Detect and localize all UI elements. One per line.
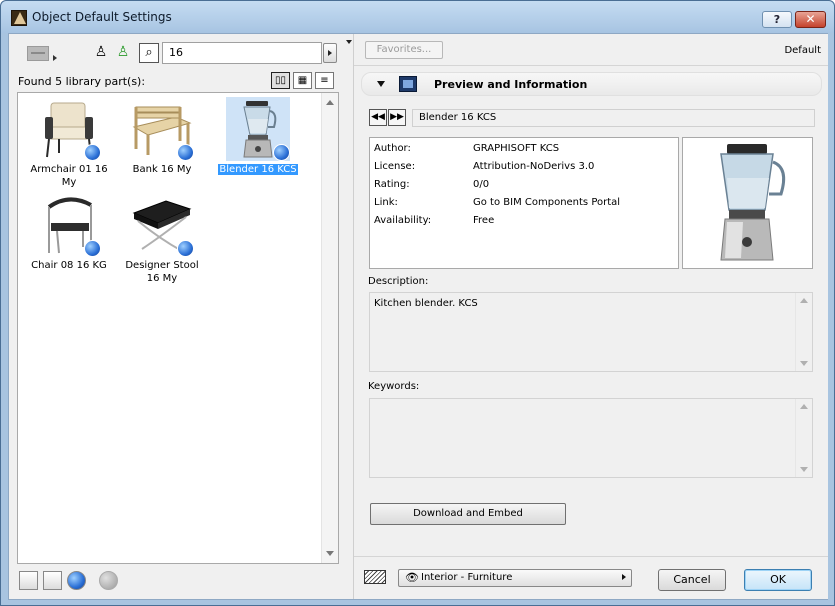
info-table: Author: GRAPHISOFT KCS License: Attribut… [369, 137, 679, 269]
footer-separator [354, 556, 828, 557]
list-view-button[interactable]: ≡ [315, 72, 334, 89]
dialog-body: ♙ ♙ ⌕ 16 Found 5 library part(s): ▯▯ ▦ ≡ [8, 33, 828, 600]
favorites-button[interactable]: Favorites... [365, 41, 443, 59]
list-item-caption: Designer Stool 16 My [125, 260, 199, 284]
layer-icon [364, 570, 386, 584]
library-manager-icon[interactable] [19, 571, 38, 590]
list-item[interactable]: Bank 16 My [116, 97, 208, 176]
title-bar[interactable]: Object Default Settings ? ✕ [1, 1, 834, 33]
library-browser-panel: ♙ ♙ ⌕ 16 Found 5 library part(s): ▯▯ ▦ ≡ [9, 34, 353, 599]
list-item-caption: Bank 16 My [132, 164, 192, 175]
default-label: Default [784, 45, 821, 56]
list-item[interactable]: Armchair 01 16 My [23, 97, 115, 189]
dialog-window: Object Default Settings ? ✕ ♙ ♙ ⌕ 16 Fou… [0, 0, 835, 606]
download-and-embed-button[interactable]: Download and Embed [370, 503, 566, 525]
scroll-up-arrow-icon[interactable] [326, 100, 334, 105]
keywords-field[interactable] [369, 398, 813, 478]
large-icons-view-button[interactable]: ▯▯ [271, 72, 290, 89]
bim-components-globe-icon[interactable] [67, 571, 86, 590]
description-label: Description: [368, 276, 429, 287]
bim-globe-icon [84, 240, 101, 257]
chair-thumbnail [37, 193, 101, 257]
armchair-thumbnail [37, 97, 101, 161]
disabled-globe-icon[interactable] [99, 571, 118, 590]
list-item[interactable]: Designer Stool 16 My [116, 193, 208, 285]
scroll-up-arrow-icon[interactable] [800, 298, 808, 303]
close-button[interactable]: ✕ [795, 11, 826, 28]
preview-section-header[interactable]: Preview and Information [361, 72, 822, 96]
settings-panel: Favorites... Default Preview and Informa… [354, 34, 828, 599]
blender-thumbnail [226, 97, 290, 161]
description-scrollbar[interactable] [795, 293, 812, 371]
layer-dropdown[interactable]: 👁 Interior - Furniture [398, 569, 632, 587]
dropdown-arrow-icon [622, 574, 626, 580]
library-parts-list[interactable]: Armchair 01 16 My Bank 16 My Blender 16 … [17, 92, 339, 564]
divider-collapse-icon[interactable] [346, 40, 352, 44]
window-title: Object Default Settings [32, 10, 172, 24]
scroll-down-arrow-icon[interactable] [800, 467, 808, 472]
preview-info-icon [399, 76, 417, 92]
list-item-caption: Chair 08 16 KG [31, 260, 107, 271]
small-icons-view-button[interactable]: ▦ [293, 72, 312, 89]
add-library-part-icon[interactable] [43, 571, 62, 590]
keywords-label: Keywords: [368, 381, 420, 392]
scroll-down-arrow-icon[interactable] [800, 361, 808, 366]
next-part-icon[interactable]: ▶▶ [388, 109, 406, 126]
search-icon[interactable]: ⌕ [139, 43, 159, 63]
bim-globe-icon [84, 144, 101, 161]
list-item-caption: Armchair 01 16 My [30, 164, 108, 188]
list-item[interactable]: Blender 16 KCS [212, 97, 304, 176]
stool-thumbnail [130, 193, 194, 257]
library-navigator-icon[interactable] [27, 46, 49, 61]
section-title: Preview and Information [434, 78, 588, 91]
bench-thumbnail [130, 97, 194, 161]
found-count-label: Found 5 library part(s): [18, 75, 146, 88]
archicad-app-icon [11, 10, 27, 26]
navigator-arrow-icon[interactable] [53, 55, 57, 61]
header-separator [354, 65, 828, 66]
help-button[interactable]: ? [762, 11, 792, 28]
list-item[interactable]: Chair 08 16 KG [23, 193, 115, 272]
scroll-up-arrow-icon[interactable] [800, 404, 808, 409]
part-preview-image [682, 137, 813, 269]
list-scrollbar[interactable] [321, 93, 338, 563]
previous-part-icon[interactable]: ◀◀ [369, 109, 387, 126]
part-name-field: Blender 16 KCS [412, 109, 815, 127]
list-item-caption: Blender 16 KCS [217, 163, 299, 176]
object-filter-icon[interactable]: ♙ [94, 44, 108, 60]
bim-globe-icon [177, 144, 194, 161]
eye-icon: 👁 [405, 571, 419, 584]
bim-globe-icon [273, 144, 290, 161]
description-field[interactable]: Kitchen blender. KCS [369, 292, 813, 372]
green-object-filter-icon[interactable]: ♙ [116, 44, 130, 60]
search-go-button[interactable] [323, 43, 337, 63]
ok-button[interactable]: OK [744, 569, 812, 591]
scroll-down-arrow-icon[interactable] [326, 551, 334, 556]
collapse-triangle-icon[interactable] [377, 81, 385, 87]
bim-portal-link[interactable]: Go to BIM Components Portal [473, 195, 620, 211]
keywords-scrollbar[interactable] [795, 399, 812, 477]
search-input[interactable]: 16 [162, 42, 322, 64]
cancel-button[interactable]: Cancel [658, 569, 726, 591]
bim-globe-icon [177, 240, 194, 257]
